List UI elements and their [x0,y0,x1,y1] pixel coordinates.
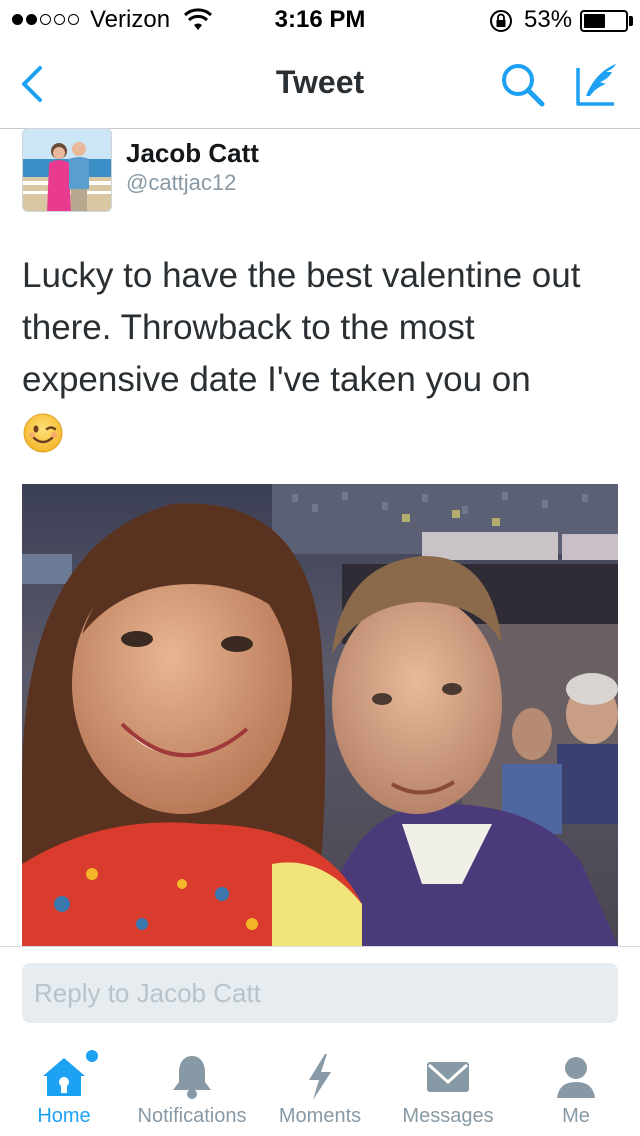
compose-tweet-icon[interactable] [572,60,622,110]
bell-icon [173,1056,211,1099]
avatar-image [23,129,111,211]
navigation-bar: Tweet [0,40,640,129]
search-icon[interactable] [498,60,548,110]
battery-percent: 53% [524,6,573,33]
envelope-icon [427,1062,469,1092]
tab-home[interactable]: Home [0,1040,128,1136]
tab-bar: Home Notifications Moments Messages Me [0,1040,640,1136]
author-handle[interactable]: @cattjac12 [126,170,236,196]
reply-input[interactable] [22,963,618,1023]
tab-moments[interactable]: Moments [256,1040,384,1136]
lightning-icon [309,1054,331,1100]
tab-label-me: Me [562,1105,590,1127]
tab-label-notifications: Notifications [137,1105,247,1127]
status-bar: Verizon 3:16 PM 53% [0,0,640,40]
battery-nub [629,16,633,26]
rotation-lock-icon [490,10,512,32]
avatar[interactable] [22,128,112,212]
tab-me[interactable]: Me [512,1040,640,1136]
tab-notifications[interactable]: Notifications [128,1040,256,1136]
tab-label-messages: Messages [402,1105,494,1127]
tab-label-moments: Moments [278,1105,362,1127]
divider [0,946,640,947]
winking-face-emoji-icon [23,413,63,453]
tweet-text: Lucky to have the best valentine out the… [22,256,581,399]
tweet-photo[interactable] [22,484,618,946]
home-icon [43,1058,85,1096]
author-name[interactable]: Jacob Catt [126,138,259,169]
tab-messages[interactable]: Messages [384,1040,512,1136]
tab-label-home: Home [37,1105,91,1127]
photo-image [22,484,618,946]
battery-icon [580,10,628,32]
new-content-dot [86,1050,98,1062]
person-icon [557,1057,595,1098]
